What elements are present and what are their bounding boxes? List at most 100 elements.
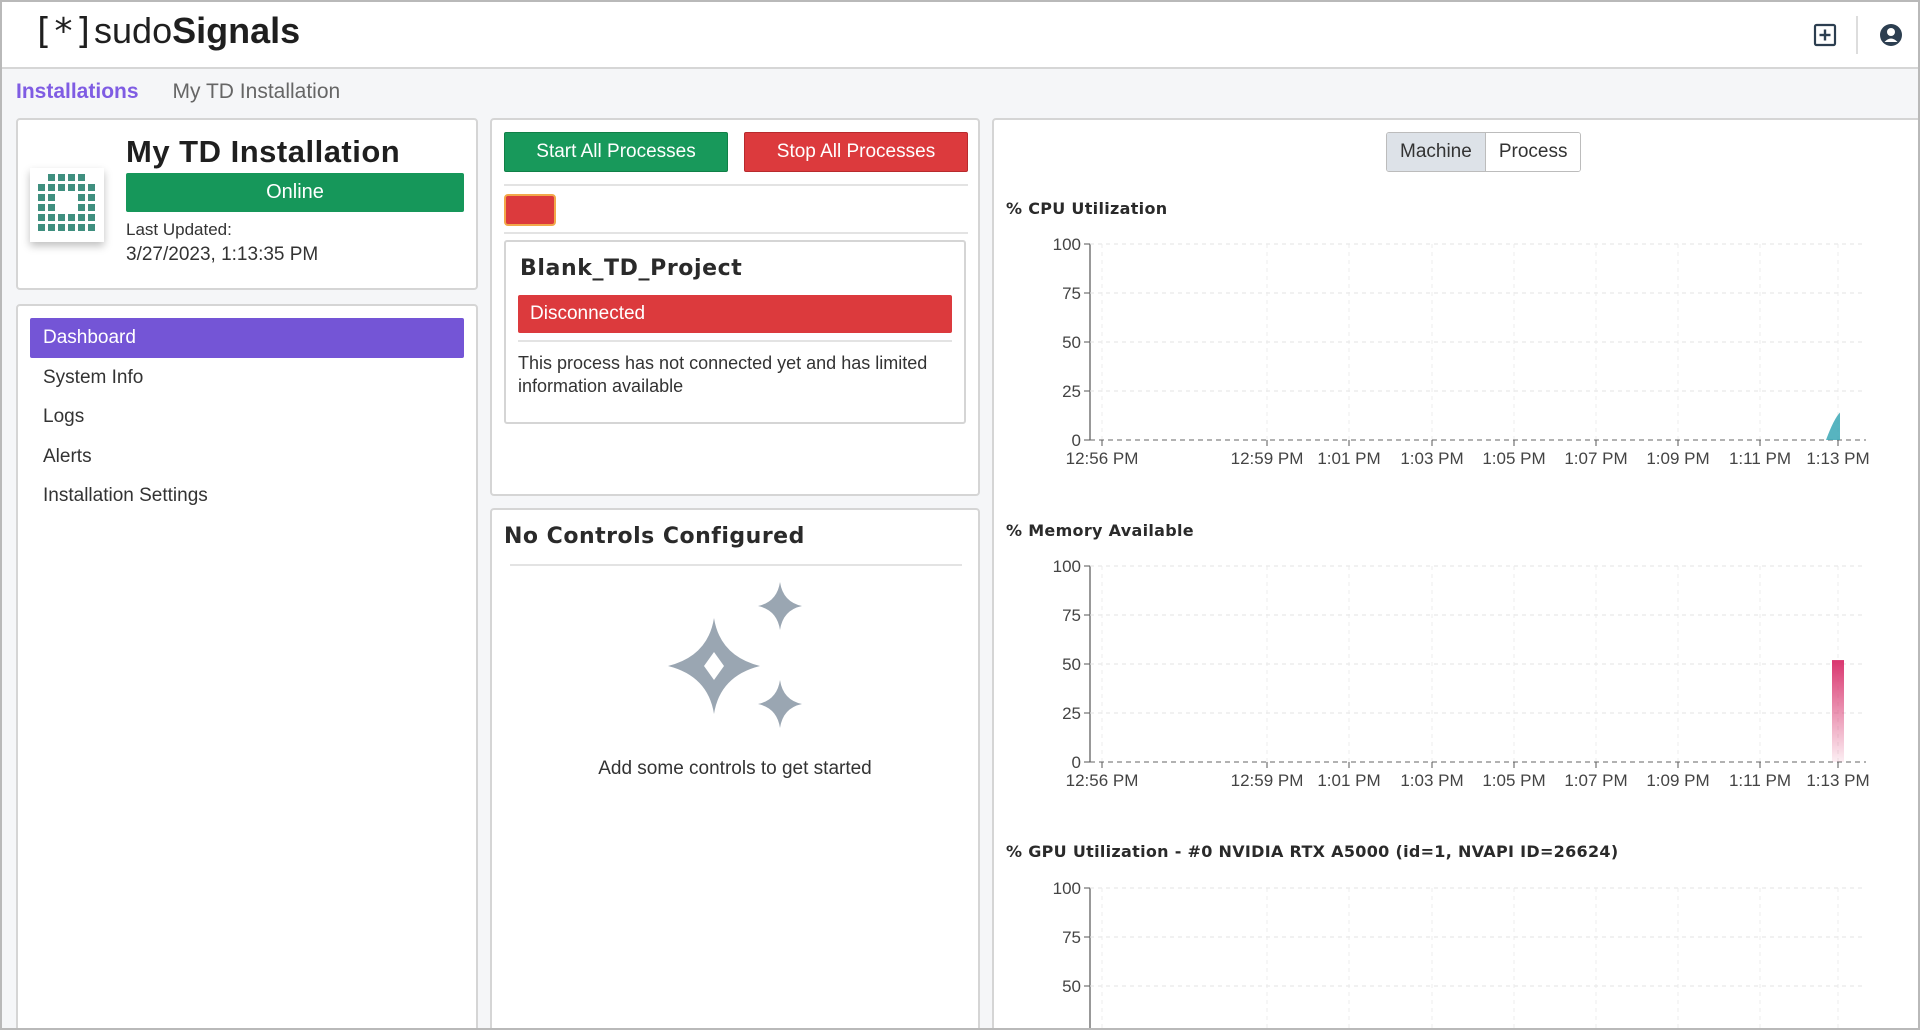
cpu-chart-title: % CPU Utilization (1006, 199, 1168, 218)
x-tick-label: 1:01 PM (1317, 449, 1380, 468)
logo-pixel (78, 194, 85, 201)
y-tick-label: 100 (1053, 879, 1081, 898)
sidebar-item-system-info[interactable]: System Info (30, 358, 464, 398)
logo-pixel (38, 184, 45, 191)
process-status-badge: Disconnected (518, 295, 952, 333)
process-description: This process has not connected yet and h… (518, 353, 928, 396)
logo-pixel (48, 194, 55, 201)
y-tick-label: 25 (1062, 704, 1081, 723)
machine-process-toggle: Machine Process (1386, 132, 1582, 172)
y-tick-label: 25 (1062, 382, 1081, 401)
sparkles-icon (652, 578, 822, 748)
process-name: Blank_TD_Project (520, 256, 743, 281)
installation-title: My TD Installation (126, 134, 401, 169)
divider (504, 184, 968, 186)
logo-pixel (78, 204, 85, 211)
installation-logo (30, 168, 104, 242)
logo-pixel (88, 204, 95, 211)
logo-pixel (68, 214, 75, 221)
divider (504, 232, 968, 234)
x-tick-label: 1:03 PM (1400, 771, 1463, 790)
logo-pixel (78, 174, 85, 181)
y-tick-label: 0 (1072, 431, 1081, 450)
app-window: [*] sudo Signals Installations My TD Ins… (0, 0, 1920, 1030)
x-tick-label: 1:11 PM (1729, 449, 1791, 468)
y-tick-label: 50 (1062, 655, 1081, 674)
app-logo[interactable]: [*] sudo Signals (32, 10, 300, 58)
sidebar-item-dashboard[interactable]: Dashboard (30, 318, 464, 358)
logo-pixel (38, 204, 45, 211)
y-tick-label: 0 (1072, 753, 1081, 772)
logo-pixel (38, 224, 45, 231)
controls-title: No Controls Configured (504, 524, 805, 549)
x-tick-label: 12:56 PM (1066, 771, 1139, 790)
x-tick-label: 12:56 PM (1066, 449, 1139, 468)
memory-available-chart: 100 75 50 25 012:56 PM 12:59 PM 1:01 PM 1:03 PM… (1053, 557, 1870, 790)
logo-pixel (68, 224, 75, 231)
installation-card: My TD Installation Online Last Updated: … (16, 118, 478, 290)
controls-empty-text: Add some controls to get started (598, 758, 872, 779)
sidebar-item-alerts[interactable]: Alerts (30, 437, 464, 477)
stop-all-processes-button[interactable]: Stop All Processes (744, 132, 968, 172)
charts-panel: Machine Process % CPU Utilization 100 75 5… (992, 118, 1918, 1028)
x-tick-label: 1:11 PM (1729, 771, 1791, 790)
logo-pixel (48, 214, 55, 221)
logo-pixel (58, 224, 65, 231)
x-tick-label: 1:05 PM (1482, 449, 1545, 468)
x-tick-label: 1:05 PM (1482, 771, 1545, 790)
logo-pixel (78, 214, 85, 221)
last-updated-value: 3/27/2023, 1:13:35 PM (126, 244, 319, 265)
controls-panel: No Controls Configured Add some controls… (490, 508, 980, 1028)
logo-pixel (48, 204, 55, 211)
top-bar: [*] sudo Signals (2, 2, 1918, 69)
breadcrumb: Installations My TD Installation (16, 78, 340, 106)
logo-pixel (68, 174, 75, 181)
x-tick-label: 12:59 PM (1231, 449, 1304, 468)
logo-signals: Signals (172, 10, 301, 51)
start-all-processes-button[interactable]: Start All Processes (504, 132, 728, 172)
add-window-icon[interactable] (1812, 22, 1838, 48)
x-tick-label: 1:07 PM (1564, 449, 1627, 468)
logo-pixel (48, 184, 55, 191)
x-tick-label: 1:09 PM (1646, 771, 1709, 790)
toggle-machine[interactable]: Machine (1387, 133, 1486, 171)
logo-pixel (88, 214, 95, 221)
logo-bracket: [*] (32, 11, 95, 52)
logo-pixel (58, 184, 65, 191)
x-tick-label: 1:07 PM (1564, 771, 1627, 790)
toggle-process[interactable]: Process (1485, 133, 1581, 171)
cpu-area-mark (1826, 412, 1840, 440)
sidebar-item-logs[interactable]: Logs (30, 397, 464, 437)
y-tick-label: 75 (1062, 284, 1081, 303)
y-tick-label: 75 (1062, 928, 1081, 947)
process-color-swatch[interactable] (504, 194, 556, 226)
logo-pixel (48, 224, 55, 231)
last-updated-label: Last Updated: (126, 220, 232, 239)
divider (518, 340, 952, 342)
memory-bar-mark (1832, 660, 1844, 762)
logo-pixel (78, 224, 85, 231)
y-tick-label: 100 (1053, 235, 1081, 254)
topbar-divider (1856, 16, 1858, 54)
logo-pixel (68, 184, 75, 191)
memory-chart-title: % Memory Available (1006, 521, 1194, 540)
breadcrumb-current: My TD Installation (172, 80, 341, 103)
logo-pixel (38, 194, 45, 201)
logo-pixel (48, 174, 55, 181)
process-card[interactable]: Blank_TD_Project Disconnected This proce… (504, 240, 966, 424)
user-account-icon[interactable] (1878, 22, 1904, 48)
logo-pixel (58, 174, 65, 181)
y-tick-label: 50 (1062, 333, 1081, 352)
x-tick-label: 1:01 PM (1317, 771, 1380, 790)
logo-pixel (88, 184, 95, 191)
divider (510, 564, 962, 566)
breadcrumb-installations[interactable]: Installations (16, 80, 139, 104)
cpu-utilization-chart: 100 75 50 25 012:56 PM 12:59 PM 1:01 PM 1:03 PM… (1053, 235, 1870, 468)
sidebar-nav: Dashboard System Info Logs Alerts Instal… (16, 304, 478, 1028)
x-tick-label: 1:13 PM (1806, 449, 1869, 468)
sidebar-item-installation-settings[interactable]: Installation Settings (30, 476, 464, 516)
x-tick-label: 1:09 PM (1646, 449, 1709, 468)
x-tick-label: 1:13 PM (1806, 771, 1869, 790)
logo-pixel (38, 214, 45, 221)
y-tick-label: 100 (1053, 557, 1081, 576)
